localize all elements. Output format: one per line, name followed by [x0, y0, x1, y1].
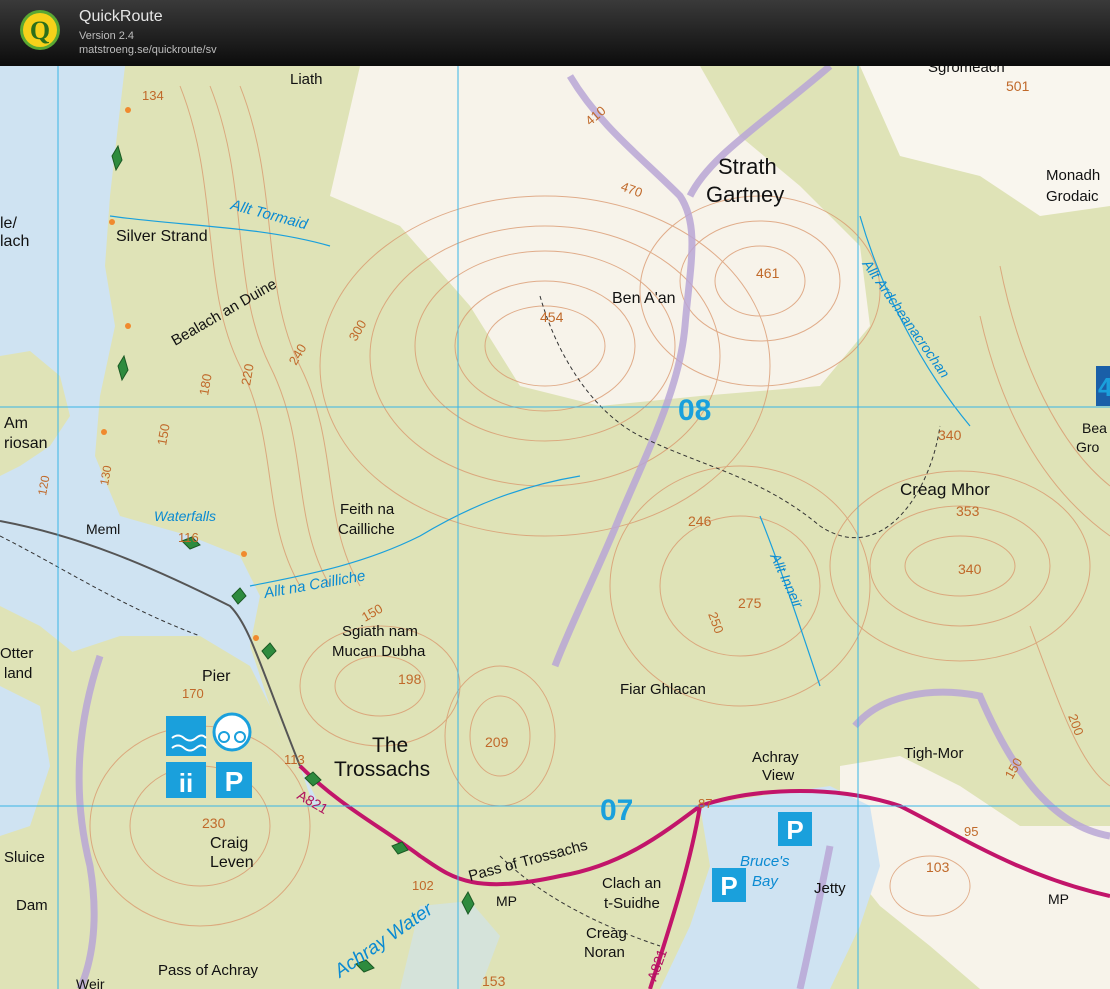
label-otter: Otter: [0, 645, 33, 662]
label-leven: Leven: [210, 854, 254, 871]
height-353: 353: [956, 503, 980, 519]
height-134: 134: [142, 88, 164, 103]
label-silver-strand: Silver Strand: [116, 228, 208, 245]
label-achray: Achray: [752, 749, 799, 766]
label-land: land: [4, 665, 32, 682]
label-pier: Pier: [202, 668, 231, 685]
label-sgromeach: Sgromeach: [928, 66, 1005, 76]
svg-text:P: P: [720, 871, 737, 901]
grid-number-08: 08: [678, 394, 711, 427]
label-mp-east: MP: [1048, 891, 1069, 907]
height-275: 275: [738, 595, 762, 611]
svg-text:P: P: [786, 815, 803, 845]
label-ben-a-an: Ben A'an: [612, 290, 676, 307]
label-the: The: [372, 734, 408, 757]
label-am: Am: [4, 415, 28, 432]
height-198: 198: [398, 671, 422, 687]
app-url: matstroeng.se/quickroute/sv: [79, 44, 217, 56]
height-95: 95: [964, 824, 978, 839]
quickroute-logo-icon: Q: [20, 10, 60, 50]
label-le-slash: le/: [0, 215, 17, 232]
height-116: 116: [178, 530, 199, 545]
label-fiar-ghlacan: Fiar Ghlacan: [620, 681, 706, 698]
label-noran: Noran: [584, 944, 625, 961]
label-mucan-dubha: Mucan Dubha: [332, 643, 426, 660]
label-lach: lach: [0, 233, 29, 250]
label-waterfalls: Waterfalls: [154, 508, 216, 524]
height-102: 102: [412, 878, 434, 893]
height-461: 461: [756, 265, 780, 281]
label-craig: Craig: [210, 835, 248, 852]
svg-text:Q: Q: [30, 16, 50, 45]
label-grodaic: Grodaic: [1046, 188, 1099, 205]
label-trossachs: Trossachs: [334, 758, 430, 781]
height-113: 113: [284, 752, 305, 767]
label-jetty: Jetty: [814, 880, 846, 897]
label-gro: Gro: [1076, 439, 1100, 455]
svg-text:ii: ii: [179, 768, 193, 798]
label-dam: Dam: [16, 897, 48, 914]
label-gartney: Gartney: [706, 182, 784, 207]
label-t-suidhe: t-Suidhe: [604, 895, 660, 912]
label-creag-mhor: Creag Mhor: [900, 480, 990, 499]
label-creag: Creag: [586, 925, 627, 942]
label-view: View: [762, 767, 794, 784]
label-bea: Bea: [1082, 420, 1107, 436]
label-meml: Meml: [86, 521, 120, 537]
label-strath: Strath: [718, 154, 777, 179]
height-209: 209: [485, 734, 509, 750]
label-bruces: Bruce's: [740, 853, 790, 870]
map-view[interactable]: ii P P P Liath Sgromeach Strath Gartney …: [0, 66, 1110, 989]
label-pass-of-achray: Pass of Achray: [158, 962, 259, 979]
title-bar: Q QuickRoute Version 2.4 matstroeng.se/q…: [0, 0, 1110, 66]
label-liath: Liath: [290, 71, 323, 88]
svg-text:P: P: [225, 766, 244, 797]
app-title: QuickRoute: [79, 8, 163, 25]
height-103: 103: [926, 859, 950, 875]
label-clach-an: Clach an: [602, 875, 661, 892]
height-246: 246: [688, 513, 712, 529]
app-version: Version 2.4: [79, 30, 135, 42]
label-weir: Weir: [76, 976, 105, 989]
label-sgiath-nam: Sgiath nam: [342, 623, 418, 640]
height-340b: 340: [958, 561, 982, 577]
label-monadh: Monadh: [1046, 167, 1100, 184]
label-mp-west: MP: [496, 893, 517, 909]
label-bay: Bay: [752, 873, 779, 890]
grid-number-07: 07: [600, 794, 633, 827]
label-feith-na: Feith na: [340, 501, 395, 518]
height-340a: 340: [938, 427, 962, 443]
height-454: 454: [540, 309, 564, 325]
grid-number-4: 4: [1098, 372, 1110, 402]
cycle-hire-icon: [212, 712, 252, 752]
height-87: 87: [698, 796, 712, 811]
height-501: 501: [1006, 78, 1030, 94]
height-230: 230: [202, 815, 226, 831]
map-canvas[interactable]: ii P P P Liath Sgromeach Strath Gartney …: [0, 66, 1110, 989]
label-tigh-mor: Tigh-Mor: [904, 745, 963, 762]
height-170: 170: [182, 686, 204, 701]
label-riosan: riosan: [4, 435, 48, 452]
label-sluice: Sluice: [4, 849, 45, 866]
label-cailliche: Cailliche: [338, 521, 395, 538]
height-153: 153: [482, 973, 506, 989]
